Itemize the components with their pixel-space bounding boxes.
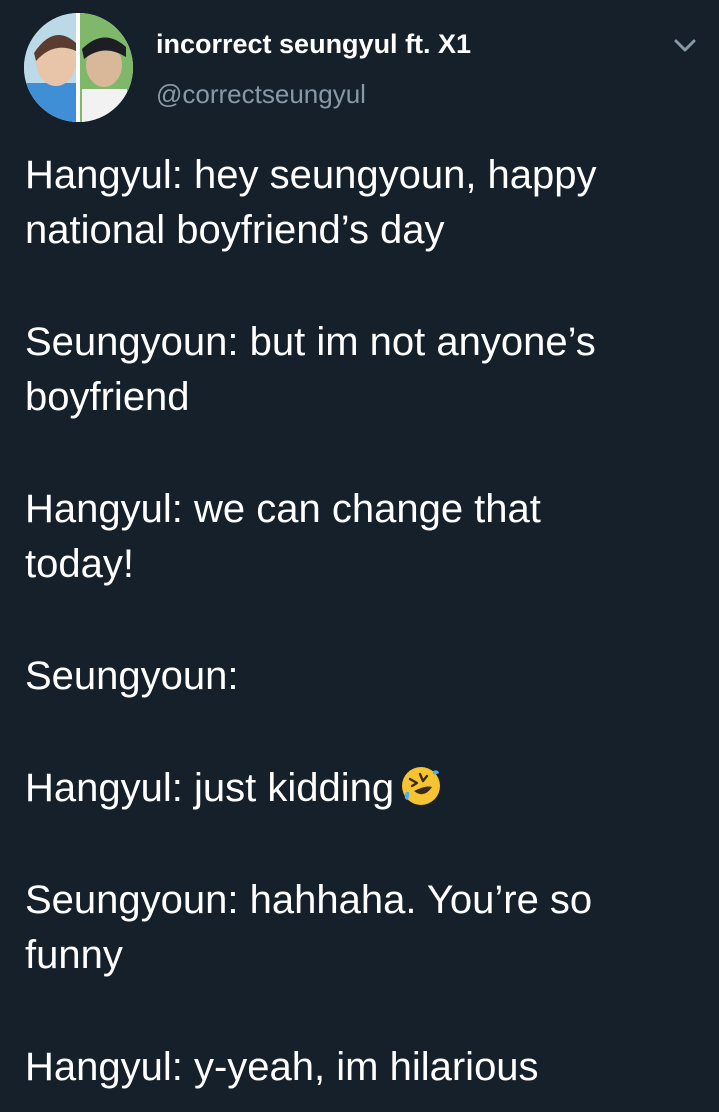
rolling-laughing-emoji-icon [402,767,441,805]
tweet-header: incorrect seungyul ft. X1 @correctseungy… [0,0,719,130]
tweet-line: Seungyoun: but im not anyone’s [25,315,705,370]
tweet-line-text: Seungyoun: hahhaha. You’re so [25,878,593,922]
tweet-line-text: Hangyul: we can change that [25,487,541,531]
tweet-line-text: Hangyul: just kidding [25,766,395,810]
profile-avatar[interactable] [24,13,133,122]
tweet-paragraph: Hangyul: y-yeah, im hilarious [25,1040,705,1095]
tweet-paragraph: Seungyoun: [25,649,705,704]
tweet-line: Hangyul: y-yeah, im hilarious [25,1040,705,1095]
tweet-line-text: Seungyoun: but im not anyone’s [25,320,596,364]
tweet-line: national boyfriend’s day [25,203,705,258]
tweet-line: Hangyul: hey seungyoun, happy [25,148,705,203]
avatar-photo-icon [24,13,133,122]
tweet-paragraph: Hangyul: we can change that today! [25,482,705,592]
tweet-line-text: funny [25,933,123,977]
tweet-line: boyfriend [25,370,705,425]
tweet-line-text: Seungyoun: [25,654,239,698]
tweet-line: today! [25,537,705,592]
tweet-paragraph: Seungyoun: but im not anyone’s boyfriend [25,315,705,425]
tweet-line-text: boyfriend [25,375,190,419]
tweet-line: Hangyul: we can change that [25,482,705,537]
tweet-paragraph: Hangyul: just kidding [25,761,705,816]
tweet-paragraph: Hangyul: hey seungyoun, happy national bo… [25,148,705,258]
tweet-line-text: today! [25,542,134,586]
tweet-line: Seungyoun: [25,649,705,704]
tweet-line-text: national boyfriend’s day [25,208,445,252]
display-name[interactable]: incorrect seungyul ft. X1 [156,26,471,62]
user-handle[interactable]: @correctseungyul [156,78,366,110]
tweet-line: Hangyul: just kidding [25,761,705,816]
tweet-line-text: Hangyul: y-yeah, im hilarious [25,1045,539,1089]
tweet-line-text: Hangyul: hey seungyoun, happy [25,153,597,197]
chevron-down-icon[interactable] [670,30,700,60]
tweet-text: Hangyul: hey seungyoun, happy national bo… [25,148,705,1095]
tweet-line: funny [25,928,705,983]
tweet-line: Seungyoun: hahhaha. You’re so [25,873,705,928]
tweet-paragraph: Seungyoun: hahhaha. You’re so funny [25,873,705,983]
